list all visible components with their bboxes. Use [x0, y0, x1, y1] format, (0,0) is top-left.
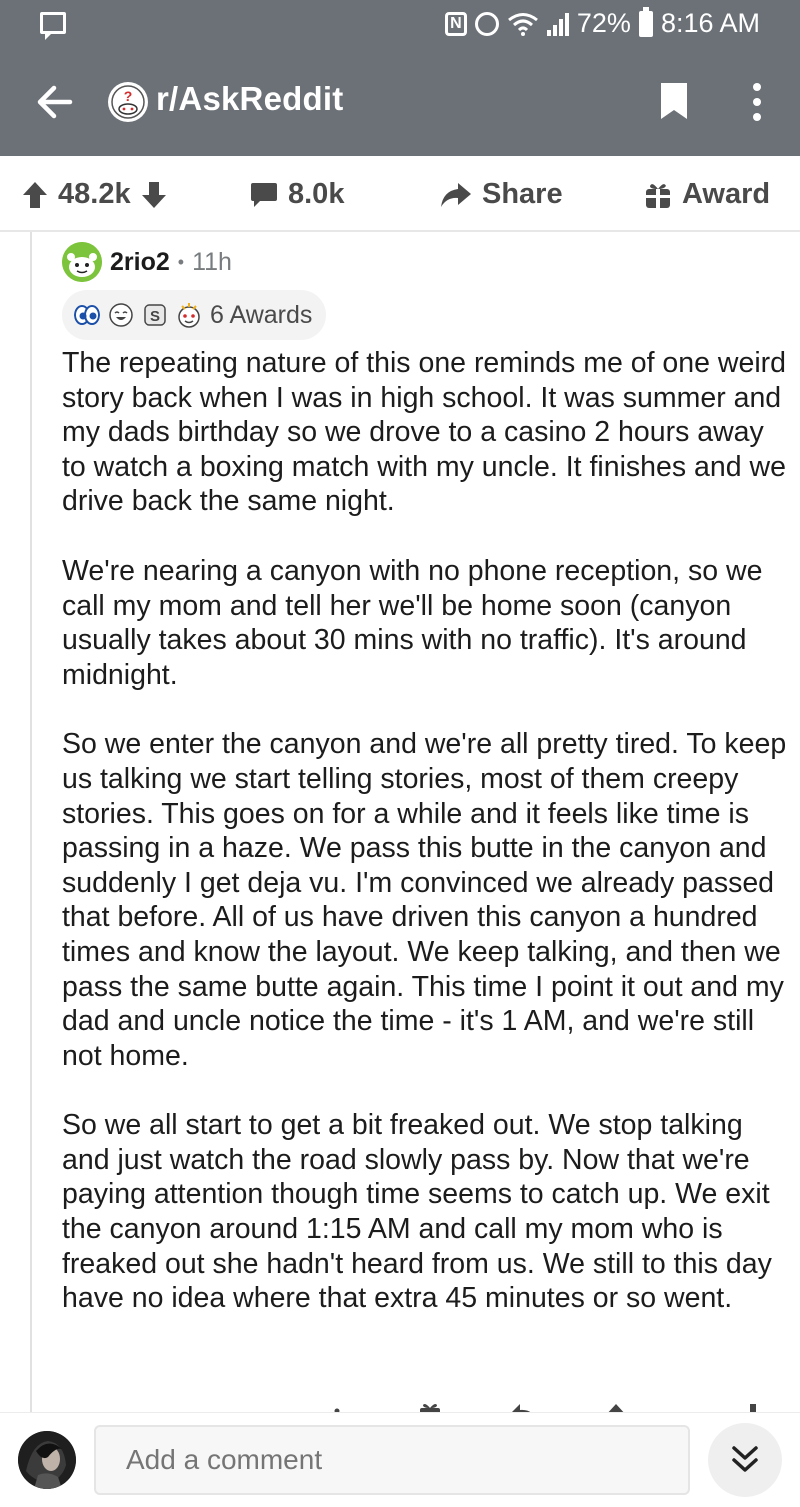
award-button[interactable]: Award	[644, 178, 770, 211]
meta-separator: •	[177, 251, 185, 272]
battery-percent: 72%	[576, 8, 631, 38]
awards-count: 6 Awards	[210, 300, 313, 329]
back-arrow-icon[interactable]	[34, 82, 74, 122]
thread-line[interactable]	[30, 232, 32, 1412]
cell-signal-icon	[546, 12, 569, 36]
awards-pill[interactable]: S 6 Awards	[62, 290, 327, 340]
eyes-award-icon	[74, 305, 100, 325]
downvote-icon[interactable]	[141, 181, 167, 209]
alarm-icon	[474, 11, 499, 36]
comment-count: 8.0k	[288, 178, 345, 210]
svg-text:?: ?	[124, 88, 133, 104]
comments-button[interactable]: 8.0k	[250, 178, 344, 211]
post-action-bar: 48.2k 8.0k Share Award	[0, 156, 800, 232]
status-icons: N 72% 8:16 AM	[444, 6, 760, 39]
double-chevron-down-icon	[732, 1446, 758, 1472]
comment-input[interactable]	[94, 1425, 690, 1495]
comment-header: 2rio2 • 11h	[62, 242, 232, 282]
share-button[interactable]: Share	[440, 178, 563, 211]
gift-icon	[646, 183, 670, 208]
comment-paragraph: The repeating nature of this one reminds…	[62, 347, 786, 518]
comment-bubble-icon	[251, 182, 277, 207]
share-label: Share	[482, 178, 563, 210]
comment-body: The repeating nature of this one reminds…	[62, 346, 787, 1351]
laughing-award-icon	[109, 303, 133, 327]
status-bar: N 72% 8:16 AM	[0, 0, 800, 50]
battery-icon	[638, 6, 653, 37]
upvote-count: 48.2k	[58, 178, 131, 210]
comment-paragraph: So we all start to get a bit freaked out…	[62, 1109, 772, 1315]
bookmark-icon[interactable]	[660, 82, 688, 120]
author-avatar[interactable]	[62, 242, 102, 282]
silver-award-icon: S	[144, 304, 166, 326]
comment-paragraph: So we enter the canyon and we're all pre…	[62, 728, 787, 1072]
subreddit-avatar-icon[interactable]: ?	[108, 82, 148, 122]
clock: 8:16 AM	[660, 8, 760, 38]
more-vertical-icon[interactable]	[748, 82, 766, 122]
top-app-bar: N 72% 8:16 AM ? r/AskReddit	[0, 0, 800, 156]
comment-paragraph: We're nearing a canyon with no phone rec…	[62, 554, 763, 691]
wholesome-award-icon	[178, 303, 200, 328]
comment-composer	[0, 1412, 800, 1507]
notification-icon	[40, 12, 66, 40]
subreddit-name[interactable]: r/AskReddit	[156, 80, 343, 118]
app-bar: ? r/AskReddit	[0, 60, 800, 156]
wifi-icon	[507, 12, 538, 36]
share-arrow-icon	[441, 182, 471, 207]
user-avatar[interactable]	[18, 1431, 76, 1489]
nfc-icon: N	[444, 11, 467, 36]
vote-group: 48.2k	[22, 178, 167, 211]
comment-author[interactable]: 2rio2	[110, 248, 170, 277]
upvote-icon[interactable]	[22, 181, 48, 209]
svg-text:S: S	[150, 308, 160, 325]
award-label: Award	[682, 178, 771, 210]
comment-age: 11h	[192, 247, 232, 276]
next-comment-button[interactable]	[708, 1423, 782, 1497]
